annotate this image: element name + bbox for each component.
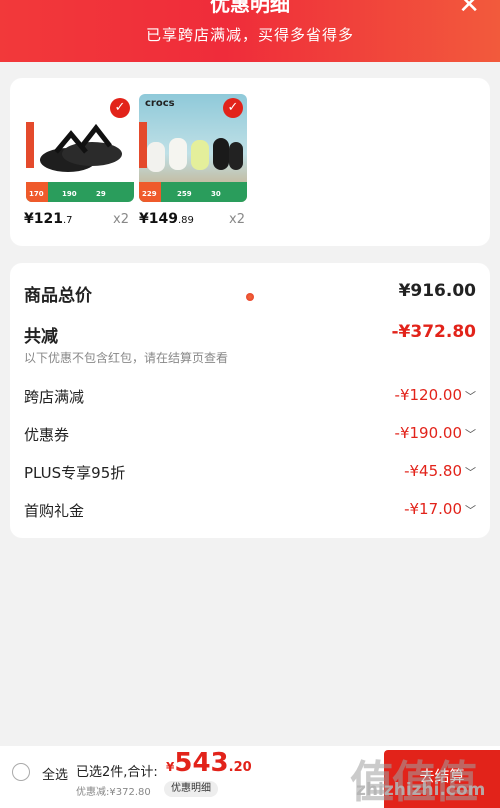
discount-details-card: 商品总价 ¥916.00 共减 -¥372.80 以下优惠不包含红包，请在结算页… — [10, 263, 490, 538]
price-tag-badge: 229 259 30 — [139, 182, 247, 202]
chevron-down-icon: ﹀ — [465, 428, 476, 441]
total-reduce-value: -¥372.80 — [391, 322, 477, 342]
discount-label: 首购礼金 — [24, 502, 85, 520]
chevron-down-icon: ﹀ — [465, 390, 476, 403]
checkbox-checked-icon[interactable]: ✓ — [223, 98, 243, 118]
product-qty-1: x2 — [113, 212, 129, 227]
discount-value: -¥45.80 ﹀ — [404, 462, 476, 480]
selected-count: 已选2件,合计: — [76, 765, 158, 780]
chevron-down-icon: ﹀ — [465, 504, 476, 517]
discount-value: -¥17.00 ﹀ — [404, 500, 476, 518]
header-subtitle: 已享跨店满减，买得多省得多 — [145, 26, 354, 44]
total-price-value: ¥916.00 — [398, 281, 476, 301]
page-title: 优惠明细 — [210, 0, 290, 16]
select-all-label[interactable]: 全选 — [42, 764, 68, 783]
product-image-2[interactable]: crocs 229 259 30 ✓ — [139, 94, 247, 202]
discount-label: 跨店满减 — [24, 388, 85, 406]
total-price-label: 商品总价 — [24, 286, 92, 306]
product-card: 170 190 29 ✓ ¥121.7 x2 crocs 229 259 30 … — [10, 78, 490, 246]
total-reduce-label: 共减 — [24, 327, 58, 347]
header: 优惠明细 已享跨店满减，买得多省得多 ✕ — [0, 0, 500, 62]
select-all-radio[interactable] — [12, 763, 30, 781]
saved-amount: 优惠减:¥372.80 — [76, 787, 151, 798]
product-qty-2: x2 — [229, 212, 245, 227]
chevron-down-icon: ﹀ — [465, 466, 476, 479]
discount-detail-button[interactable]: 优惠明细 — [164, 781, 218, 797]
product-price-1: ¥121.7 — [24, 211, 73, 227]
discount-value: -¥190.00 ﹀ — [394, 424, 476, 442]
product-image-1[interactable]: 170 190 29 ✓ — [26, 94, 134, 202]
watermark-url: zhizhizhi.com — [356, 780, 486, 800]
checkbox-checked-icon[interactable]: ✓ — [110, 98, 130, 118]
discount-label: PLUS专享95折 — [24, 464, 126, 482]
loading-dot — [246, 293, 254, 301]
discount-label: 优惠券 — [24, 426, 70, 444]
discount-value: -¥120.00 ﹀ — [394, 386, 476, 404]
side-tag — [26, 122, 34, 168]
discount-note: 以下优惠不包含红包，请在结算页查看 — [24, 351, 229, 365]
total-amount: ¥543.20 — [166, 748, 252, 778]
close-icon[interactable]: ✕ — [458, 0, 480, 20]
side-tag — [139, 122, 147, 168]
brand-logo: crocs — [145, 98, 175, 109]
product-price-2: ¥149.89 — [139, 211, 194, 227]
price-tag-badge: 170 190 29 — [26, 182, 134, 202]
